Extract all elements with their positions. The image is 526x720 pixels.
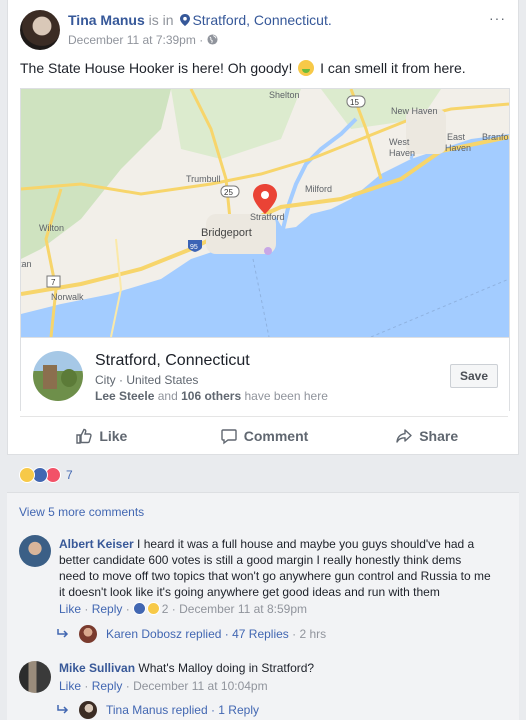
route-15-label: 15 <box>350 98 359 107</box>
reply-author: Tina Manus <box>106 703 169 717</box>
like-reaction-icon <box>133 602 147 615</box>
map-label-stratford: Stratford <box>250 212 285 222</box>
place-card[interactable]: Shelton New Haven West Haven East Haven … <box>20 88 510 411</box>
nauseated-emoji-icon <box>298 60 315 76</box>
location-pin-icon <box>180 14 191 26</box>
map-label-new-haven: New Haven <box>391 106 438 116</box>
author-line: Tina Manus is in Stratford, Connecticut. <box>68 12 332 28</box>
author-avatar[interactable] <box>20 10 60 50</box>
author-name[interactable]: Tina Manus <box>68 12 145 28</box>
place-others-link[interactable]: 106 others <box>181 389 241 403</box>
comment-like-link[interactable]: Like <box>59 602 81 616</box>
share-icon <box>396 428 412 443</box>
globe-icon[interactable] <box>207 34 218 45</box>
map-graphic: Shelton New Haven West Haven East Haven … <box>21 89 509 337</box>
more-options-icon[interactable]: ··· <box>489 10 506 26</box>
post-action-bar: Like Comment Share <box>20 416 508 454</box>
like-label: Like <box>99 427 128 444</box>
comment-actions: Like · Reply · December 11 at 10:04pm <box>59 679 268 693</box>
comment-body: Albert Keiser I heard it was a full hous… <box>59 536 491 600</box>
reactions-summary[interactable]: 7 <box>19 466 73 484</box>
comment-button[interactable]: Comment <box>183 417 346 454</box>
post-card: Tina Manus is in Stratford, Connecticut.… <box>7 0 519 455</box>
thumbs-up-icon <box>76 428 92 444</box>
replies-count: 47 Replies <box>232 627 289 641</box>
comment-text: What's Malloy doing in Stratford? <box>138 661 315 675</box>
map-label-norwalk: Norwalk <box>51 292 84 302</box>
place-category: City <box>95 373 116 387</box>
is-in-text: is in <box>148 12 174 28</box>
share-label: Share <box>419 427 459 444</box>
place-friend-name[interactable]: Lee Steele <box>95 389 154 403</box>
post-text-before: The State House Hooker is here! Oh goody… <box>20 60 293 76</box>
place-visitors: Lee Steele and 106 others have been here <box>95 389 328 403</box>
place-name[interactable]: Stratford, Connecticut <box>95 352 250 370</box>
map-label-bridgeport: Bridgeport <box>201 227 252 239</box>
reply-arrow-icon <box>57 705 69 714</box>
view-more-comments-link[interactable]: View 5 more comments <box>19 505 144 519</box>
post-text-after: I can smell it from here. <box>320 60 466 76</box>
place-meta: City · United States <box>95 373 199 387</box>
comment-body: Mike Sullivan What's Malloy doing in Str… <box>59 660 491 676</box>
comment-label: Comment <box>243 427 309 444</box>
view-replies-row[interactable]: Tina Manus replied · 1 Reply <box>57 701 259 719</box>
post-timestamp[interactable]: December 11 at 7:39pm <box>68 33 196 47</box>
reactions-count[interactable]: 7 <box>66 468 73 482</box>
comment-actions: Like · Reply · 2 · December 11 at 8:59pm <box>59 602 307 616</box>
comment-author[interactable]: Mike Sullivan <box>59 661 135 675</box>
comment-time[interactable]: December 11 at 10:04pm <box>133 679 268 693</box>
comment-avatar[interactable] <box>19 535 51 567</box>
share-button[interactable]: Share <box>345 417 508 454</box>
place-photo[interactable] <box>33 351 83 401</box>
reply-author: Karen Dobosz <box>106 627 183 641</box>
reply-arrow-icon <box>57 629 69 638</box>
route-25-label: 25 <box>224 188 233 197</box>
haha-reaction-icon <box>19 467 35 483</box>
like-button[interactable]: Like <box>20 417 183 454</box>
map-label-east-haven-2: Haven <box>445 143 471 153</box>
map-label-milford: Milford <box>305 184 332 194</box>
save-button[interactable]: Save <box>449 364 498 388</box>
map-label-east-haven: East <box>447 132 466 142</box>
comment-time[interactable]: December 11 at 8:59pm <box>179 602 307 616</box>
replies-time: 2 hrs <box>299 627 327 641</box>
comment-like-link[interactable]: Like <box>59 679 81 693</box>
map-label-west-haven-2: Haven <box>389 148 415 158</box>
map-label-stamford-partial: tan <box>21 259 32 269</box>
map[interactable]: Shelton New Haven West Haven East Haven … <box>21 89 509 337</box>
comment-reaction-count[interactable]: 2 <box>162 602 169 616</box>
map-label-branford: Branfo <box>482 132 509 142</box>
comment-author[interactable]: Albert Keiser <box>59 537 134 551</box>
place-info: Stratford, Connecticut City · United Sta… <box>21 337 509 411</box>
route-95-label: 95 <box>190 244 198 251</box>
comments-section: View 5 more comments Albert Keiser I hea… <box>7 492 519 720</box>
map-label-wilton: Wilton <box>39 223 64 233</box>
reply-avatar <box>79 701 97 719</box>
comment-reply-link[interactable]: Reply <box>92 679 123 693</box>
comment-avatar[interactable] <box>19 661 51 693</box>
map-label-west-haven: West <box>389 137 410 147</box>
map-label-trumbull: Trumbull <box>186 174 221 184</box>
reply-avatar <box>79 625 97 643</box>
view-replies-row[interactable]: Karen Dobosz replied · 47 Replies · 2 hr… <box>57 625 326 643</box>
post-text: The State House Hooker is here! Oh goody… <box>20 60 466 76</box>
comment-icon <box>221 428 237 444</box>
replies-count: 1 Reply <box>218 703 259 717</box>
place-country: United States <box>126 373 199 387</box>
place-link[interactable]: Stratford, Connecticut. <box>192 12 331 28</box>
comment-reply-link[interactable]: Reply <box>92 602 123 616</box>
route-7-label: 7 <box>51 278 56 287</box>
map-label-shelton: Shelton <box>269 90 300 100</box>
haha-reaction-icon <box>147 602 161 615</box>
post-timestamp-line: December 11 at 7:39pm · <box>68 33 218 47</box>
